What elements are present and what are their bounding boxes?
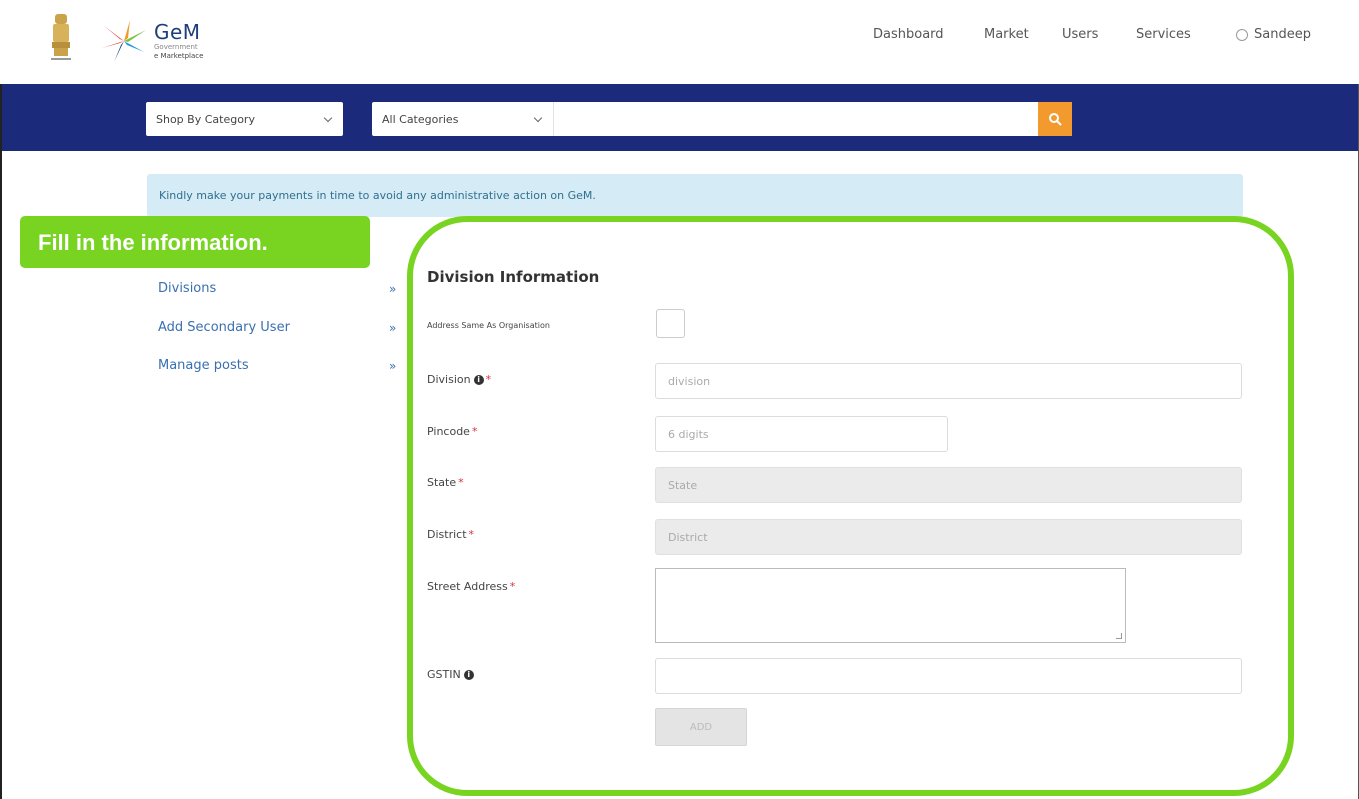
chevron-right-icon: » (389, 282, 397, 296)
brand-sub-government: Government (154, 43, 198, 51)
search-bar: Shop By Category All Categories (2, 84, 1358, 151)
shop-by-category-label: Shop By Category (156, 112, 255, 126)
instruction-callout: Fill in the information. (20, 216, 370, 268)
sidebar-item-manage-posts[interactable]: Manage posts (158, 358, 249, 373)
nav-dashboard[interactable]: Dashboard (873, 27, 944, 42)
search-icon (1049, 113, 1062, 126)
gem-logo-icon[interactable] (100, 18, 148, 64)
nav-users[interactable]: Users (1062, 27, 1098, 42)
search-button[interactable] (1038, 102, 1072, 136)
user-name: Sandeep (1254, 27, 1311, 42)
chevron-down-icon (533, 113, 543, 123)
brand-name: GeM (154, 20, 201, 44)
nav-market[interactable]: Market (984, 27, 1029, 42)
chevron-down-icon (323, 113, 333, 123)
chevron-right-icon: » (389, 321, 397, 335)
brand[interactable]: GeM Government e Marketplace (154, 22, 203, 61)
chevron-right-icon: » (389, 359, 397, 373)
national-emblem-icon (51, 14, 71, 60)
all-categories-select[interactable]: All Categories (372, 102, 554, 136)
shop-by-category-select[interactable]: Shop By Category (146, 102, 343, 136)
user-icon (1236, 28, 1248, 41)
nav-user-menu[interactable]: Sandeep (1236, 27, 1311, 42)
brand-sub-marketplace: e Marketplace (154, 52, 204, 60)
nav-services[interactable]: Services (1136, 27, 1191, 42)
sidebar-item-divisions[interactable]: Divisions (158, 281, 216, 296)
payment-alert: Kindly make your payments in time to avo… (147, 174, 1243, 217)
search-input[interactable] (554, 102, 1038, 136)
sidebar-item-add-secondary-user[interactable]: Add Secondary User (158, 320, 290, 335)
all-categories-label: All Categories (382, 112, 459, 126)
highlight-frame (407, 216, 1294, 796)
top-header: GeM Government e Marketplace Dashboard M… (0, 0, 1359, 84)
